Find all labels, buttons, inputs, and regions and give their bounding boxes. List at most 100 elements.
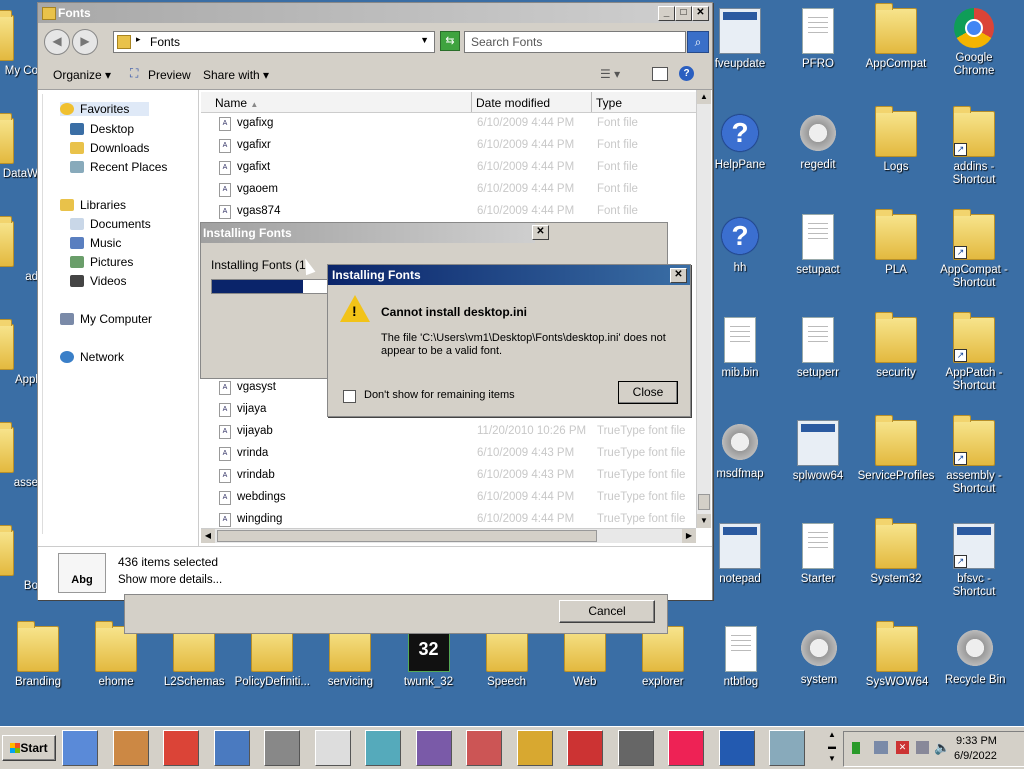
security-tray-icon[interactable]: ✕ [896,741,909,754]
hearts-task-icon[interactable] [567,730,603,766]
nav-network[interactable]: Network [60,350,124,364]
desktop-icon-item[interactable]: L2Schemas [155,621,233,689]
progress-close-button[interactable]: ✕ [532,225,549,240]
maximize-button[interactable]: □ [675,6,692,21]
back-button[interactable]: ◀ [44,29,70,55]
desktop-icon-item[interactable]: security [857,312,935,380]
firefox-task-icon[interactable] [668,730,704,766]
powershell-task-icon[interactable] [718,730,755,766]
desktop-icon-item[interactable]: ntbtlog [702,626,780,689]
desktop-icon-item[interactable]: Logs [857,106,935,174]
desktop-icon-item[interactable]: explorer [624,621,702,689]
desktop-icon-item[interactable]: servicing [311,621,389,689]
column-type[interactable]: Type [596,96,622,110]
control-panel-task-icon[interactable] [213,730,250,766]
desktop-icon-item[interactable]: DataW [0,113,38,181]
desktop-icon-item[interactable]: ↗ addins - Shortcut [935,106,1013,187]
column-date[interactable]: Date modified [476,96,550,110]
error-dialog[interactable]: Installing Fonts ✕ ! Cannot install desk… [327,264,691,417]
preview-pane-icon[interactable] [652,67,668,81]
table-row[interactable]: Avgafixg 6/10/2009 4:44 PM Font file [201,112,691,134]
nav-music[interactable]: Music [70,236,121,250]
settings-task-icon[interactable] [264,730,300,766]
help-icon[interactable]: ? [679,66,694,81]
desktop-icon-item[interactable]: Starter [779,523,857,586]
close-button-error[interactable]: Close [618,381,678,404]
network-tray-icon[interactable] [874,741,888,754]
close-button[interactable]: ✕ [692,6,709,21]
table-row[interactable]: Avgas874 6/10/2009 4:44 PM Font file [201,200,691,222]
clock-time[interactable]: 9:33 PM [956,735,997,747]
progress-titlebar[interactable]: Installing Fonts [201,223,535,243]
scroll-right-icon[interactable]: ▶ [682,529,696,543]
desktop-icon-item[interactable]: Recycle Bin [936,626,1014,687]
desktop-icon-item[interactable]: splwow64 [779,420,857,483]
files-task-icon[interactable] [769,730,805,766]
organize-button[interactable]: Organize ▾ [53,68,111,82]
address-dropdown-icon[interactable]: ▼ [420,35,429,45]
error-titlebar[interactable]: Installing Fonts ✕ [328,265,690,285]
chrome-task-icon[interactable] [163,730,199,766]
desktop-icon-item[interactable]: ↗ AppCompat - Shortcut [935,209,1013,290]
table-row[interactable]: Avgafixr 6/10/2009 4:44 PM Font file [201,134,691,156]
desktop-icon-item[interactable]: Appl [0,319,38,387]
desktop-icon-item[interactable]: SysWOW64 [858,621,936,689]
tray-monitor-icon[interactable] [916,741,929,754]
nav-recent-places[interactable]: Recent Places [70,160,167,174]
taskbar-scroll[interactable]: ▲ ▬ ▼ [826,729,838,765]
search-icon[interactable]: ⌕ [687,31,709,53]
scroll-thumb[interactable] [698,494,710,510]
desktop-icon-item[interactable]: PolicyDefiniti... [233,621,311,689]
desktop-icon-item[interactable]: Branding [0,621,77,689]
desktop-icon-item[interactable]: System32 [857,518,935,586]
desktop-icon-item[interactable]: Bo [0,525,38,593]
desktop-icon-item[interactable]: ↗ assembly - Shortcut [935,415,1013,496]
tray-status-icon[interactable] [852,742,860,754]
search-box[interactable]: Search Fonts [464,31,686,53]
nav-videos[interactable]: Videos [70,274,126,288]
solitaire-task-icon[interactable] [314,730,351,766]
dont-show-label[interactable]: Don't show for remaining items [364,389,515,401]
share-with-button[interactable]: Share with ▾ [203,68,269,82]
nav-favorites[interactable]: Favorites [60,102,150,116]
desktop-icon-item[interactable]: PFRO [779,8,857,71]
eyes-task-icon[interactable] [365,730,401,766]
nav-libraries[interactable]: Libraries [60,198,126,212]
freecell-task-icon[interactable] [516,730,553,766]
desktop-icon-item[interactable]: PLA [857,209,935,277]
view-options-icon[interactable]: ☰ ▾ [600,67,620,81]
desktop-icon-item[interactable]: Google Chrome [935,8,1013,78]
search-input[interactable]: Search Fonts [471,35,542,49]
desktop-icon-item[interactable]: AppCompat [857,3,935,71]
nav-desktop[interactable]: Desktop [70,122,134,136]
forward-button[interactable]: ▶ [72,29,98,55]
refresh-button[interactable]: ⇆ [440,31,460,51]
cancel-button[interactable]: Cancel [559,600,655,623]
preview-button[interactable]: Preview [148,68,191,82]
media-player-task-icon[interactable] [112,730,149,766]
desktop-icon-item[interactable]: 32 twunk_32 [390,626,468,689]
start-button[interactable]: Start [2,735,56,761]
desktop-icon-item[interactable]: system [780,626,858,687]
desktop-icon-item[interactable]: regedit [779,111,857,172]
desktop-icon-item[interactable]: ↗ bfsvc - Shortcut [935,523,1013,599]
desktop-icon-item[interactable]: ehome [77,621,155,689]
desktop-icon-item[interactable]: Web [546,621,624,689]
table-row[interactable]: Avgaoem 6/10/2009 4:44 PM Font file [201,178,691,200]
chess-task-icon[interactable] [617,730,654,766]
explorer-titlebar[interactable]: Fonts _ □ ✕ [38,3,712,23]
mahjong-task-icon[interactable] [466,730,502,766]
desktop-icon-item[interactable]: ad [0,216,38,284]
desktop-icon-item[interactable]: setupact [779,214,857,277]
dont-show-checkbox[interactable] [343,390,356,403]
clock-date[interactable]: 6/9/2022 [954,750,997,762]
minimize-button[interactable]: _ [658,6,675,21]
desktop-icon-item[interactable]: setuperr [779,317,857,380]
nav-downloads[interactable]: Downloads [70,141,149,155]
desktop-icon-item[interactable]: My Co [0,10,38,78]
desktop-icon-item[interactable]: ↗ AppPatch - Shortcut [935,312,1013,393]
scroll-up-icon[interactable]: ▲ [697,90,711,104]
column-name[interactable]: Name ▲ [215,96,258,110]
desktop-icon-item[interactable]: Speech [468,621,546,689]
scroll-down-icon[interactable]: ▼ [697,514,711,528]
